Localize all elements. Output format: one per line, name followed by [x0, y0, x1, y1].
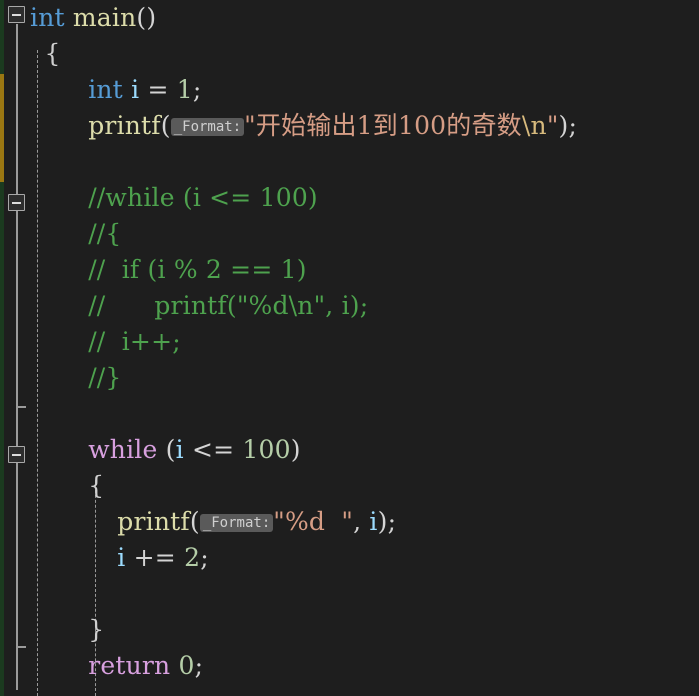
code-line[interactable]: //{: [88, 216, 121, 252]
code-token: printf: [88, 111, 161, 140]
code-line[interactable]: int i = 1;: [88, 72, 201, 108]
code-token: i: [117, 543, 126, 572]
code-editor[interactable]: int main(){int i = 1; printf(_Format: "开始输…: [0, 0, 699, 696]
code-token: //while (i <= 100): [88, 183, 318, 212]
code-line[interactable]: printf(_Format: "%d ", i);: [117, 504, 396, 540]
code-token: // if (i % 2 == 1): [88, 255, 307, 284]
code-token: {: [88, 471, 105, 500]
code-token: (: [157, 435, 176, 464]
code-token: );: [377, 507, 397, 536]
code-token: return: [88, 651, 171, 680]
code-token: ;: [200, 543, 209, 572]
code-line[interactable]: //while (i <= 100): [88, 180, 318, 216]
code-line[interactable]: printf(_Format: "开始输出1到100的奇数\n");: [88, 108, 577, 144]
code-token: <=: [183, 435, 243, 464]
code-line[interactable]: // printf("%d\n", i);: [88, 288, 368, 324]
code-token: //{: [88, 219, 122, 248]
inlay-hint-format[interactable]: _Format:: [170, 118, 245, 136]
code-token: (: [189, 507, 200, 536]
code-line[interactable]: i += 2;: [117, 540, 209, 576]
code-token: ,: [353, 507, 370, 536]
code-token: printf: [117, 507, 190, 536]
code-token: main: [72, 3, 137, 32]
code-line[interactable]: //}: [88, 360, 121, 396]
code-token: ;: [194, 651, 204, 680]
code-token: // printf("%d\n", i);: [88, 291, 369, 320]
code-token: int: [30, 3, 65, 32]
code-token: +=: [125, 543, 185, 572]
code-token: =: [139, 75, 177, 104]
code-token: while: [88, 435, 158, 464]
code-token: }: [88, 615, 105, 644]
code-token: ;: [192, 75, 202, 104]
code-line[interactable]: // i++;: [88, 324, 181, 360]
code-line[interactable]: while (i <= 100): [88, 432, 301, 468]
code-line[interactable]: {: [45, 36, 61, 72]
code-token: i: [369, 507, 378, 536]
code-token: i: [175, 435, 184, 464]
code-token: int: [88, 75, 123, 104]
code-token: 2: [184, 543, 201, 572]
code-token: (): [136, 3, 157, 32]
code-token: // i++;: [88, 327, 181, 356]
code-text-area[interactable]: int main(){int i = 1; printf(_Format: "开始输…: [0, 0, 699, 696]
code-token: 1: [176, 75, 193, 104]
code-token: "%d ": [273, 507, 354, 536]
code-line[interactable]: // if (i % 2 == 1): [88, 252, 307, 288]
code-token: ": [546, 111, 559, 140]
code-token: );: [558, 111, 578, 140]
code-line[interactable]: return 0;: [88, 648, 203, 684]
code-token: 100: [242, 435, 291, 464]
code-token: "开始输出1到100的奇数: [244, 111, 522, 140]
code-line[interactable]: int main(): [30, 0, 156, 36]
code-line[interactable]: }: [88, 612, 104, 648]
code-token: (: [160, 111, 171, 140]
code-line[interactable]: {: [88, 468, 104, 504]
code-token: {: [44, 39, 61, 68]
inlay-hint-format[interactable]: _Format:: [199, 514, 274, 532]
code-token: \n: [521, 111, 547, 140]
code-token: //}: [88, 363, 122, 392]
code-token: 0: [178, 651, 195, 680]
code-token: ): [290, 435, 301, 464]
